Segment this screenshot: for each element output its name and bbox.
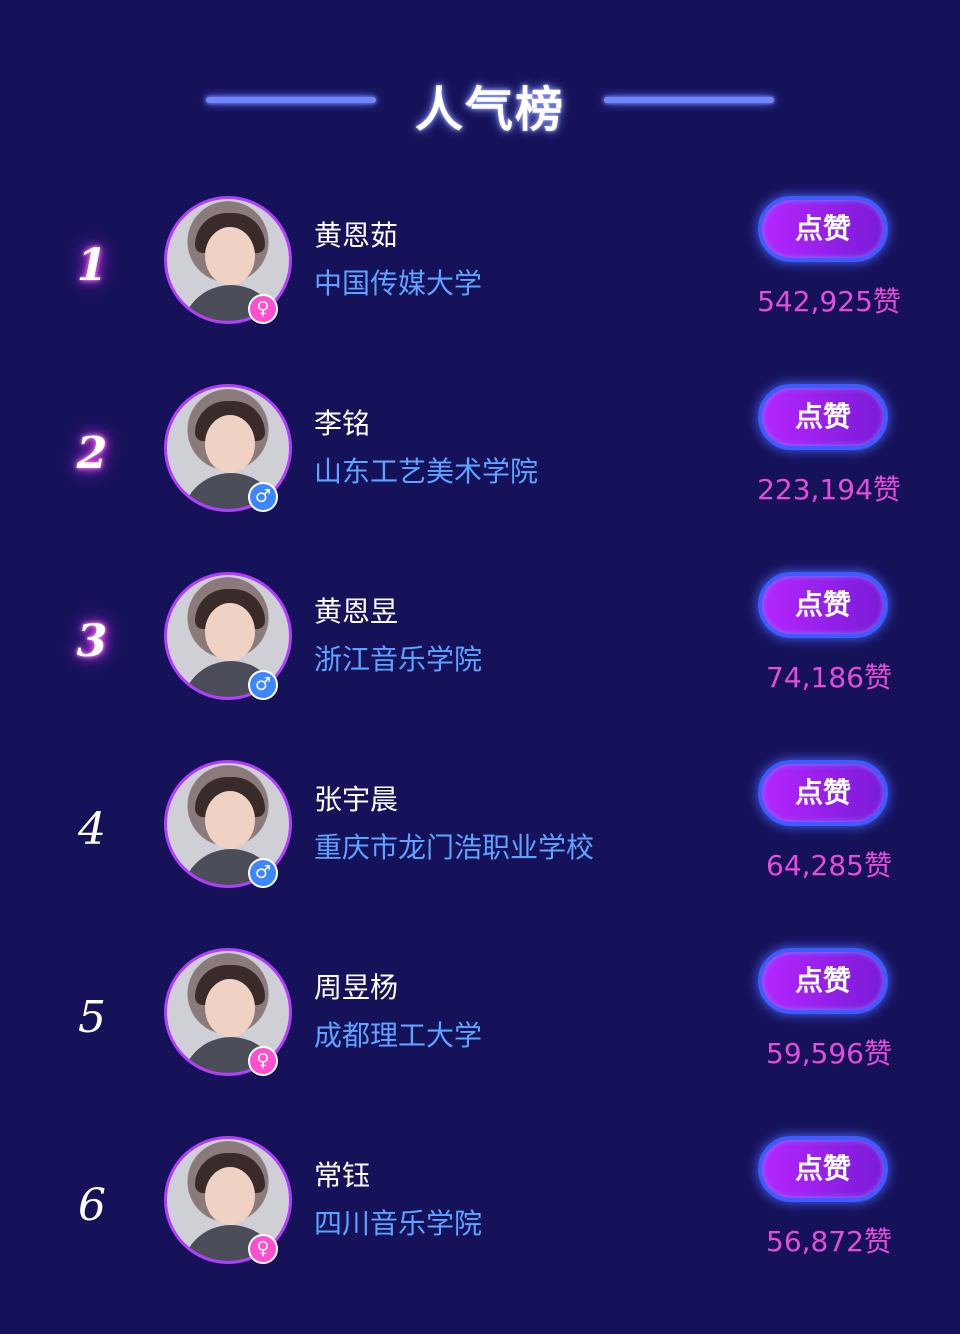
rank-number: 4 bbox=[78, 804, 106, 855]
contestant-school: 浙江音乐学院 bbox=[314, 643, 483, 676]
ranking-header: 人气榜 bbox=[0, 60, 960, 140]
ranking-row: 3 ♂ 黄恩昱 浙江音乐学院 点赞 74,186赞 bbox=[0, 572, 960, 722]
female-gender-icon: ♀ bbox=[248, 1234, 278, 1264]
contestant-school: 重庆市龙门浩职业学校 bbox=[314, 831, 595, 864]
like-count: 56,872赞 bbox=[766, 1225, 892, 1258]
like-button[interactable]: 点赞 bbox=[758, 384, 888, 450]
contestant-name: 黄恩茹 bbox=[314, 219, 399, 252]
ranking-row: 2 ♂ 李铭 山东工艺美术学院 点赞 223,194赞 bbox=[0, 384, 960, 534]
ranking-row: 5 ♀ 周昱杨 成都理工大学 点赞 59,596赞 bbox=[0, 948, 960, 1098]
like-count: 74,186赞 bbox=[766, 661, 892, 694]
ranking-row: 6 ♀ 常钰 四川音乐学院 点赞 56,872赞 bbox=[0, 1136, 960, 1286]
male-gender-icon: ♂ bbox=[248, 482, 278, 512]
contestant-name: 常钰 bbox=[314, 1159, 371, 1192]
male-gender-icon: ♂ bbox=[248, 670, 278, 700]
like-button[interactable]: 点赞 bbox=[758, 760, 888, 826]
female-gender-icon: ♀ bbox=[248, 294, 278, 324]
header-left-line bbox=[206, 97, 376, 103]
contestant-name: 李铭 bbox=[314, 407, 371, 440]
contestant-school: 山东工艺美术学院 bbox=[314, 455, 539, 488]
like-button[interactable]: 点赞 bbox=[758, 196, 888, 262]
contestant-name: 张宇晨 bbox=[314, 783, 399, 816]
ranking-row: 4 ♂ 张宇晨 重庆市龙门浩职业学校 点赞 64,285赞 bbox=[0, 760, 960, 910]
female-gender-icon: ♀ bbox=[248, 1046, 278, 1076]
ranking-row: 1 ♀ 黄恩茹 中国传媒大学 点赞 542,925赞 bbox=[0, 196, 960, 346]
like-count: 542,925赞 bbox=[757, 285, 901, 318]
contestant-school: 四川音乐学院 bbox=[314, 1207, 483, 1240]
like-count: 64,285赞 bbox=[766, 849, 892, 882]
contestant-name: 周昱杨 bbox=[314, 971, 399, 1004]
rank-number: 3 bbox=[76, 616, 108, 667]
rank-number: 2 bbox=[76, 428, 108, 479]
page-title: 人气榜 bbox=[414, 82, 565, 138]
header-right-line bbox=[604, 97, 774, 103]
contestant-school: 成都理工大学 bbox=[314, 1019, 483, 1052]
rank-number: 6 bbox=[78, 1180, 106, 1231]
male-gender-icon: ♂ bbox=[248, 858, 278, 888]
like-button[interactable]: 点赞 bbox=[758, 1136, 888, 1202]
like-button[interactable]: 点赞 bbox=[758, 572, 888, 638]
contestant-school: 中国传媒大学 bbox=[314, 267, 483, 300]
like-count: 59,596赞 bbox=[766, 1037, 892, 1070]
contestant-name: 黄恩昱 bbox=[314, 595, 399, 628]
like-button[interactable]: 点赞 bbox=[758, 948, 888, 1014]
rank-number: 1 bbox=[76, 240, 108, 291]
rank-number: 5 bbox=[78, 992, 106, 1043]
like-count: 223,194赞 bbox=[757, 473, 901, 506]
